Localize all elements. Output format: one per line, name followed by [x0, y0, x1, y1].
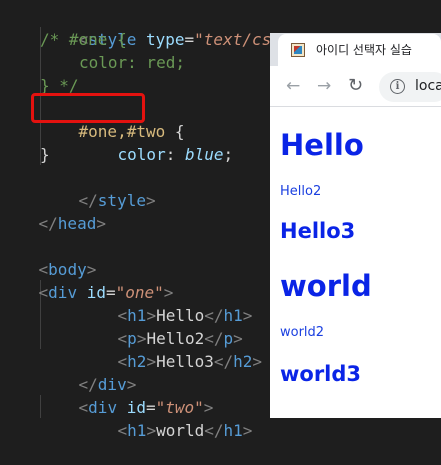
red-highlight-box: [31, 93, 145, 123]
paragraph-world2: world2: [280, 325, 325, 340]
code-token: </: [204, 421, 224, 440]
code-token: >: [146, 352, 157, 371]
browser-toolbar: ← → ↻ i loca: [270, 66, 441, 107]
paragraph-hello2: Hello2: [280, 184, 322, 199]
favicon-icon: [291, 43, 305, 57]
browser-window: 아이디 선택자 실습 ← → ↻ i loca Hello Hello2 Hel…: [270, 33, 441, 418]
code-line: <h1>world</h1>: [79, 396, 253, 440]
code-line: <h1>Hello</h1>: [79, 281, 253, 325]
code-line: <h2>Hello3</h2>: [79, 327, 263, 371]
code-line: <div id="two">: [40, 373, 214, 417]
code-token: color: [117, 145, 166, 164]
heading-hello: Hello: [280, 128, 364, 162]
reload-icon[interactable]: ↻: [348, 77, 363, 95]
code-line: </div>: [40, 350, 137, 394]
code-token: type: [145, 30, 185, 49]
code-token: </: [38, 214, 58, 233]
browser-tab[interactable]: 아이디 선택자 실습: [278, 34, 441, 66]
heading-hello3: Hello3: [280, 219, 356, 243]
code-line: <p>Hello2</p>: [79, 304, 243, 348]
code-token: >: [96, 214, 106, 233]
code-line: </head>: [0, 189, 106, 233]
forward-arrow-icon[interactable]: →: [317, 77, 331, 95]
code-line: </style>: [40, 166, 156, 210]
code-token: >: [242, 421, 253, 440]
url-text: loca: [415, 78, 441, 94]
code-token: >: [242, 306, 253, 325]
code-token: >: [145, 191, 156, 210]
code-token: blue: [184, 145, 224, 164]
page-viewport: Hello Hello2 Hello3 world world2 world3: [270, 107, 441, 418]
code-token: h1: [127, 421, 147, 440]
code-line: color: blue;: [79, 120, 234, 164]
code-line: /* #one {: [40, 30, 127, 49]
code-line: color: red;: [79, 53, 185, 72]
code-token: >: [146, 421, 157, 440]
tab-strip: 아이디 선택자 실습: [270, 33, 441, 66]
code-token: <: [117, 421, 128, 440]
code-token: h1: [223, 421, 243, 440]
code-token: head: [57, 214, 97, 233]
code-token: :: [165, 145, 185, 164]
code-token: =: [184, 30, 195, 49]
address-bar[interactable]: i loca: [379, 72, 441, 102]
code-token: <: [38, 283, 49, 302]
heading-world: world: [280, 269, 372, 303]
back-arrow-icon[interactable]: ←: [286, 77, 300, 95]
code-token: ;: [223, 145, 234, 164]
code-token: h2: [233, 352, 253, 371]
code-token: world: [156, 421, 205, 440]
tab-title: 아이디 선택자 실습: [316, 43, 412, 57]
code-token: Hello3: [156, 352, 214, 371]
info-icon[interactable]: i: [390, 79, 405, 94]
heading-world3: world3: [280, 362, 362, 386]
code-line: }: [40, 145, 50, 164]
code-line: <body>: [0, 235, 97, 279]
code-token: </: [213, 352, 234, 371]
code-line: <style type="text/css">: [40, 5, 301, 49]
code-line: <div id="one">: [0, 258, 174, 302]
code-token: >: [252, 352, 263, 371]
code-token: div: [48, 283, 78, 302]
